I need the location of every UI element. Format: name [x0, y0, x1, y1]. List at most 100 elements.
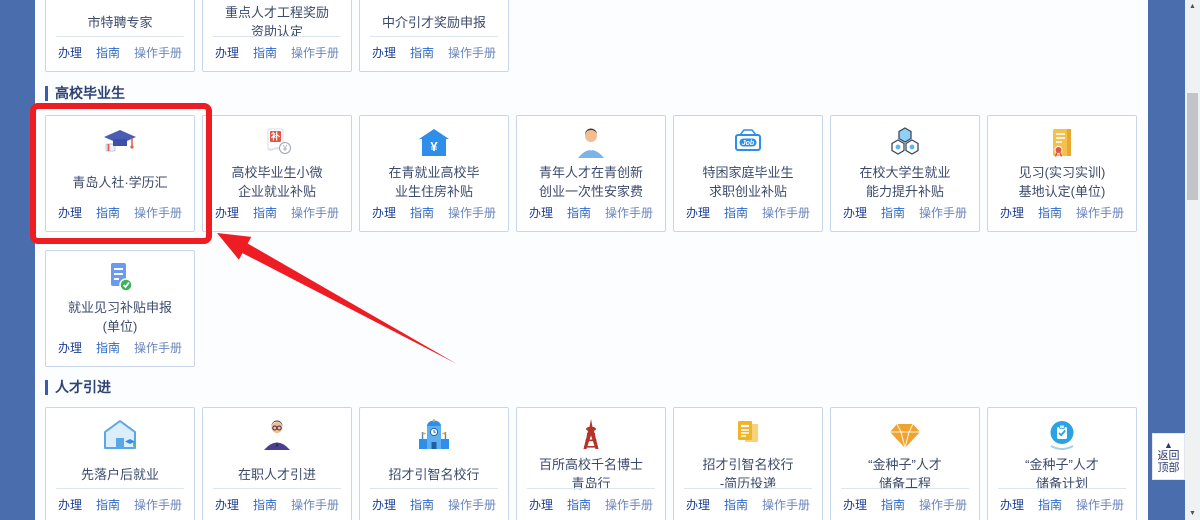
guide-link[interactable]: 指南 [410, 496, 434, 513]
manual-link[interactable]: 操作手册 [134, 339, 182, 356]
card-title: 高校毕业生小微 企业就业补贴 [206, 161, 348, 203]
service-card: 招才引智名校行 -简历投递办理指南操作手册 [673, 407, 823, 520]
handle-link[interactable]: 办理 [1000, 204, 1024, 221]
guide-link[interactable]: 指南 [253, 44, 277, 61]
card-links: 办理指南操作手册 [686, 204, 810, 221]
card-links: 办理指南操作手册 [58, 44, 182, 61]
handle-link[interactable]: 办理 [529, 204, 553, 221]
handle-link[interactable]: 办理 [58, 339, 82, 356]
manual-link[interactable]: 操作手册 [605, 496, 653, 513]
guide-link[interactable]: 指南 [1038, 204, 1062, 221]
card-links: 办理指南操作手册 [215, 204, 339, 221]
service-card: ¥在青就业高校毕 业生住房补贴办理指南操作手册 [359, 115, 509, 232]
handle-link[interactable]: 办理 [215, 496, 239, 513]
graduation-cap-icon [46, 124, 194, 162]
card-divider [213, 488, 341, 489]
guide-link[interactable]: 指南 [1038, 496, 1062, 513]
guide-link[interactable]: 指南 [567, 204, 591, 221]
handle-link[interactable]: 办理 [372, 496, 396, 513]
service-card: 在校大学生就业 能力提升补贴办理指南操作手册 [830, 115, 980, 232]
service-card: 中介引才奖励申报办理指南操作手册 [359, 0, 509, 72]
section-title-text: 人才引进 [55, 377, 111, 397]
guide-link[interactable]: 指南 [881, 496, 905, 513]
content-area: 市特聘专家办理指南操作手册重点人才工程奖励 资助认定办理指南操作手册中介引才奖励… [35, 0, 1148, 520]
section-bar-icon [45, 380, 48, 395]
guide-link[interactable]: 指南 [881, 204, 905, 221]
manual-link[interactable]: 操作手册 [448, 496, 496, 513]
service-card: Job特困家庭毕业生 求职创业补贴办理指南操作手册 [673, 115, 823, 232]
tv-tower-icon [517, 416, 665, 454]
guide-link[interactable]: 指南 [724, 496, 748, 513]
manual-link[interactable]: 操作手册 [919, 204, 967, 221]
scrollbar-up-arrow-icon[interactable]: ▲ [1185, 3, 1200, 10]
section-title-text: 高校毕业生 [55, 83, 125, 103]
handle-link[interactable]: 办理 [686, 496, 710, 513]
diamond-icon [831, 416, 979, 454]
manual-link[interactable]: 操作手册 [1076, 204, 1124, 221]
manual-link[interactable]: 操作手册 [134, 496, 182, 513]
card-links: 办理指南操作手册 [1000, 204, 1124, 221]
manual-link[interactable]: 操作手册 [291, 44, 339, 61]
vertical-scrollbar[interactable]: ▲ ▼ [1185, 0, 1200, 520]
card-title: 青岛人社·学历汇 [49, 161, 191, 203]
manual-link[interactable]: 操作手册 [291, 204, 339, 221]
guide-link[interactable]: 指南 [96, 339, 120, 356]
handle-link[interactable]: 办理 [843, 496, 867, 513]
guide-link[interactable]: 指南 [96, 496, 120, 513]
card-title: 特困家庭毕业生 求职创业补贴 [677, 161, 819, 203]
manual-link[interactable]: 操作手册 [1076, 496, 1124, 513]
guide-link[interactable]: 指南 [253, 204, 277, 221]
card-divider [684, 488, 812, 489]
guide-link[interactable]: 指南 [96, 44, 120, 61]
service-card: 在职人才引进办理指南操作手册 [202, 407, 352, 520]
service-card: 补¥高校毕业生小微 企业就业补贴办理指南操作手册 [202, 115, 352, 232]
manual-link[interactable]: 操作手册 [762, 204, 810, 221]
service-card: 百所高校千名博士 青岛行办理指南操作手册 [516, 407, 666, 520]
service-card: 重点人才工程奖励 资助认定办理指南操作手册 [202, 0, 352, 72]
scrollbar-thumb[interactable] [1187, 93, 1198, 200]
manual-link[interactable]: 操作手册 [291, 496, 339, 513]
card-divider [370, 36, 498, 37]
manual-link[interactable]: 操作手册 [134, 44, 182, 61]
guide-link[interactable]: 指南 [410, 204, 434, 221]
manual-link[interactable]: 操作手册 [448, 44, 496, 61]
manual-link[interactable]: 操作手册 [448, 204, 496, 221]
service-card: 招才引智名校行办理指南操作手册 [359, 407, 509, 520]
handle-link[interactable]: 办理 [58, 204, 82, 221]
handle-link[interactable]: 办理 [529, 496, 553, 513]
guide-link[interactable]: 指南 [410, 44, 434, 61]
manual-link[interactable]: 操作手册 [919, 496, 967, 513]
card-links: 办理指南操作手册 [372, 496, 496, 513]
handle-link[interactable]: 办理 [58, 44, 82, 61]
handle-link[interactable]: 办理 [215, 204, 239, 221]
guide-link[interactable]: 指南 [253, 496, 277, 513]
handle-link[interactable]: 办理 [372, 44, 396, 61]
manual-link[interactable]: 操作手册 [605, 204, 653, 221]
svg-text:¥: ¥ [430, 139, 438, 154]
card-divider [213, 36, 341, 37]
handle-link[interactable]: 办理 [1000, 496, 1024, 513]
handle-link[interactable]: 办理 [58, 496, 82, 513]
guide-link[interactable]: 指南 [724, 204, 748, 221]
manual-link[interactable]: 操作手册 [134, 204, 182, 221]
guide-link[interactable]: 指南 [567, 496, 591, 513]
handle-link[interactable]: 办理 [843, 204, 867, 221]
card-links: 办理指南操作手册 [843, 496, 967, 513]
card-title: 在校大学生就业 能力提升补贴 [834, 161, 976, 203]
service-card: 青岛人社·学历汇办理指南操作手册 [45, 115, 195, 232]
card-divider [56, 488, 184, 489]
suit-person-icon [203, 416, 351, 454]
back-to-top-button[interactable]: ▲ 返回顶部 [1152, 433, 1185, 480]
scrollbar-down-arrow-icon[interactable]: ▼ [1185, 510, 1200, 517]
job-sign-icon: Job [674, 124, 822, 162]
guide-link[interactable]: 指南 [96, 204, 120, 221]
handle-link[interactable]: 办理 [686, 204, 710, 221]
up-arrow-icon: ▲ [1164, 440, 1173, 450]
handle-link[interactable]: 办理 [215, 44, 239, 61]
card-links: 办理指南操作手册 [58, 339, 182, 356]
card-divider [841, 488, 969, 489]
service-card: “金种子”人才 储备工程办理指南操作手册 [830, 407, 980, 520]
handle-link[interactable]: 办理 [372, 204, 396, 221]
manual-link[interactable]: 操作手册 [762, 496, 810, 513]
card-title: 青年人才在青创新 创业一次性安家费 [520, 161, 662, 203]
